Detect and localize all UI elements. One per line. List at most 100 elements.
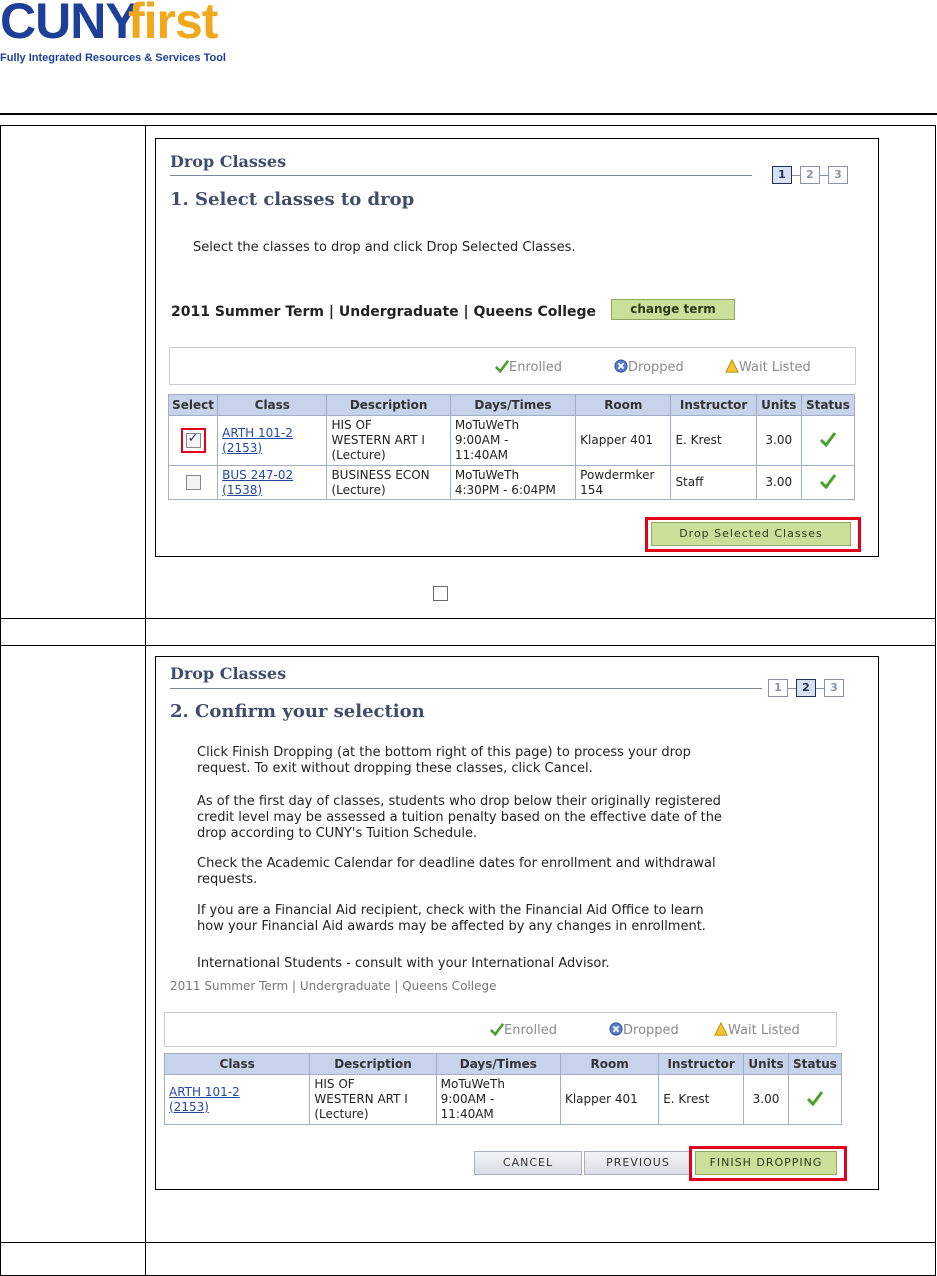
title-rule [170,688,762,689]
col-header: Description [326,394,451,416]
col-header: Class [217,394,328,416]
step-1-indicator: 1 [768,679,788,697]
class-cell: ARTH 101-2 (2153) [163,1074,311,1125]
header-rule [0,113,937,115]
step-2-indicator: 2 [800,166,820,184]
table-border [0,1242,936,1243]
title-rule [170,175,752,176]
col-header: Status [800,394,856,416]
description-cell: HIS OF WESTERN ART I (Lecture) [309,1074,437,1125]
instruction-paragraph: Check the Academic Calendar for deadline… [197,856,716,887]
class-link[interactable]: BUS 247-02 (1538) [222,468,293,497]
legend-waitlisted: Wait Listed [714,1022,800,1038]
select-cell [167,465,219,500]
days-times-cell: MoTuWeTh 9:00AM -11:40AM [435,1074,561,1125]
legend-enrolled: Enrolled [495,359,562,375]
status-legend: Enrolled Dropped Wait Listed [164,1012,837,1047]
table-border [0,618,936,619]
legend-dropped: Dropped [609,1022,679,1038]
enrolled-check-icon [806,1090,824,1106]
status-cell [800,415,856,466]
table-border [0,125,1,1276]
dropped-x-icon [614,359,628,373]
units-cell: 3.00 [743,1074,789,1125]
previous-button[interactable]: Previous [584,1151,692,1175]
col-header: Room [575,394,672,416]
col-header: Units [743,1053,789,1075]
room-cell: Klapper 401 [559,1074,660,1125]
col-header: Days/Times [449,394,577,416]
drop-selected-classes-button[interactable]: Drop Selected Classes [651,522,851,546]
col-header: Room [559,1053,660,1075]
table-row: ARTH 101-2(2153) HIS OFWESTERN ART I(Lec… [167,415,856,466]
select-checkbox[interactable] [185,475,201,490]
waitlist-warning-icon [714,1022,728,1036]
step-subtitle: 1. Select classes to drop [170,189,415,210]
col-header: Class [163,1053,311,1075]
units-cell: 3.00 [755,465,802,500]
legend-waitlisted: Wait Listed [725,359,811,375]
step-3-indicator: 3 [824,679,844,697]
status-legend: Enrolled Dropped Wait Listed [169,347,856,385]
table-border [0,645,936,646]
logo-first: first [128,0,218,49]
table-border [145,125,146,1276]
days-times-cell: MoTuWeTh 9:00AM -11:40AM [449,415,577,466]
classes-table: Select Class Description Days/Times Room… [167,394,856,500]
table-border [935,125,936,1276]
class-link[interactable]: ARTH 101-2 (2153) [169,1085,240,1114]
col-header: Units [755,394,802,416]
instruction-paragraph: As of the first day of classes, students… [197,794,722,841]
table-header-row: Select Class Description Days/Times Room… [167,394,856,416]
col-header: Description [309,1053,437,1075]
select-checkbox[interactable] [180,428,206,453]
cancel-button[interactable]: Cancel [474,1151,582,1175]
table-header-row: Class Description Days/Times Room Instru… [163,1053,843,1075]
col-header: Instructor [658,1053,745,1075]
step-1-indicator: 1 [772,166,792,184]
step-connector [816,688,824,689]
table-row: ARTH 101-2(2153) HIS OFWESTERN ART I(Lec… [163,1074,843,1125]
instruction-paragraph: International Students - consult with yo… [197,956,610,971]
cunyfirst-logo: CUNY first Fully Integrated Resources & … [0,0,240,70]
description-cell: HIS OF WESTERN ART I (Lecture) [326,415,451,466]
days-times-cell: MoTuWeTh 4:30PM - 6:04PM [449,465,577,500]
status-cell [800,465,856,500]
select-cell [167,415,219,466]
room-cell: Powdermker 154 [575,465,672,500]
enrolled-check-icon [490,1022,504,1036]
finish-dropping-button[interactable]: Finish Dropping [695,1151,837,1175]
step-connector [820,175,828,176]
step-2-indicator: 2 [796,679,816,697]
step-3-indicator: 3 [828,166,848,184]
enrolled-check-icon [495,359,509,373]
drop-classes-step1-panel: Drop Classes 1 2 3 1. Select classes to … [155,138,879,557]
page-title: Drop Classes [170,664,287,683]
term-label: 2011 Summer Term | Undergraduate | Queen… [170,979,497,993]
checkbox-illustration [433,586,448,601]
change-term-button[interactable]: change term [611,299,735,320]
legend-enrolled: Enrolled [490,1022,557,1038]
table-row: BUS 247-02 (1538) BUSINESS ECON (Lecture) … [167,465,856,500]
enrolled-check-icon [819,431,837,447]
class-link[interactable]: ARTH 101-2 (2153) [222,426,293,455]
drop-classes-step2-panel: Drop Classes 1 2 3 2. Confirm your selec… [155,656,879,1190]
instructor-cell: E. Krest [670,415,757,466]
waitlist-warning-icon [725,359,739,373]
term-label: 2011 Summer Term | Undergraduate | Queen… [171,304,597,320]
units-cell: 3.00 [755,415,802,466]
selected-classes-table: Class Description Days/Times Room Instru… [163,1053,843,1125]
step-connector [792,175,800,176]
col-header: Instructor [670,394,757,416]
col-header: Days/Times [435,1053,561,1075]
description-cell: BUSINESS ECON (Lecture) [326,465,451,500]
enrolled-check-icon [819,473,837,489]
instructor-cell: Staff [670,465,757,500]
col-header: Status [787,1053,843,1075]
room-cell: Klapper 401 [575,415,672,466]
instruction-text: Select the classes to drop and click Dro… [193,240,576,255]
logo-cuny: CUNY [0,0,139,49]
table-border [0,125,936,126]
instruction-paragraph: If you are a Financial Aid recipient, ch… [197,903,706,934]
status-cell [787,1074,843,1125]
